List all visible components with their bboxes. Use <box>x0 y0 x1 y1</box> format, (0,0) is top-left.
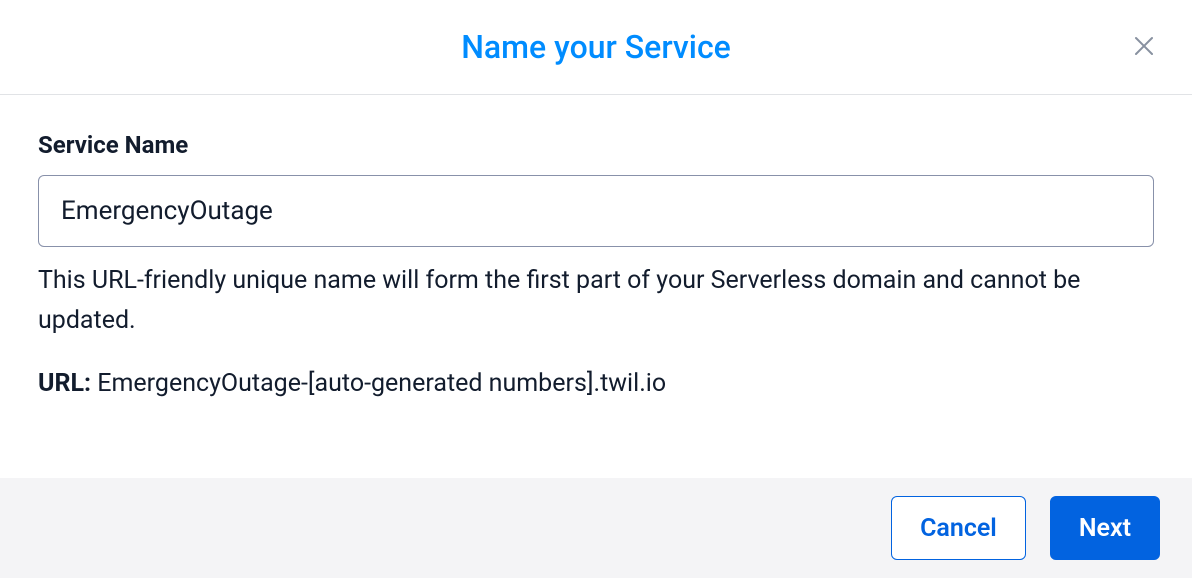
service-name-label: Service Name <box>38 131 1154 159</box>
url-preview: URL: EmergencyOutage-[auto-generated num… <box>38 369 1154 398</box>
modal-footer: Cancel Next <box>0 478 1192 578</box>
url-preview-label: URL: <box>38 369 91 398</box>
close-button[interactable] <box>1128 31 1160 63</box>
url-preview-value: EmergencyOutage-[auto-generated numbers]… <box>97 369 666 398</box>
service-name-input[interactable] <box>38 175 1154 247</box>
modal-body: Service Name This URL-friendly unique na… <box>0 95 1192 478</box>
close-icon <box>1132 34 1156 61</box>
modal-title: Name your Service <box>461 28 731 66</box>
next-button[interactable]: Next <box>1050 496 1160 560</box>
service-name-hint: This URL-friendly unique name will form … <box>38 261 1154 341</box>
cancel-button[interactable]: Cancel <box>891 496 1026 560</box>
modal-header: Name your Service <box>0 0 1192 95</box>
